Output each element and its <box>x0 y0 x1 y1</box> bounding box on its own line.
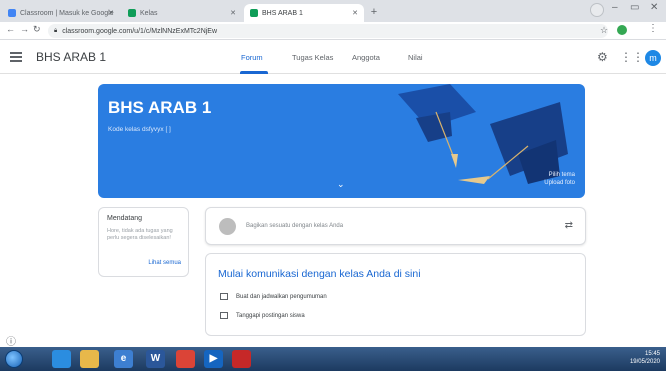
class-banner: BHS ARAB 1 Kode kelas dsfyvyx [ ] ⌄ Pili… <box>98 84 585 198</box>
browser-tab-title: Kelas <box>140 9 158 17</box>
share-with-class-box[interactable]: Bagikan sesuatu dengan kelas Anda ⇄ <box>205 207 586 245</box>
bookmark-star-icon[interactable]: ☆ <box>600 25 608 36</box>
clock-time[interactable]: 15:45 <box>645 351 660 357</box>
browser-tab-active[interactable]: BHS ARAB 1 ✕ <box>244 4 364 22</box>
list-item-label: Buat dan jadwalkan pengumuman <box>236 293 327 300</box>
reply-icon <box>220 312 228 319</box>
close-icon[interactable]: ✕ <box>352 9 358 17</box>
view-all-link[interactable]: Lihat semua <box>148 260 181 266</box>
maximize-icon[interactable]: ▭ <box>630 2 639 13</box>
banner-theme-links: Pilih tema Upload foto <box>544 171 575 187</box>
share-placeholder[interactable]: Bagikan sesuatu dengan kelas Anda <box>246 223 343 229</box>
forward-arrow-icon[interactable]: → <box>20 24 29 34</box>
avatar <box>219 218 236 235</box>
tab-people[interactable]: Anggota <box>352 53 380 62</box>
classroom-header: BHS ARAB 1 Forum Tugas Kelas Anggota Nil… <box>0 41 666 74</box>
chevron-down-icon[interactable]: ⌄ <box>337 179 345 190</box>
close-icon[interactable]: ✕ <box>230 9 236 17</box>
minimize-icon[interactable]: – <box>612 2 618 13</box>
class-code[interactable]: Kode kelas dsfyvyx [ ] <box>108 126 171 133</box>
word-icon[interactable]: W <box>146 350 165 368</box>
avatar[interactable]: m <box>645 50 661 66</box>
tab-forum[interactable]: Forum <box>241 53 263 62</box>
folder-icon[interactable] <box>80 350 99 368</box>
media-player-icon[interactable]: ▶ <box>204 350 223 368</box>
help-icon[interactable]: ⓘ <box>6 333 16 348</box>
upload-photo-link[interactable]: Upload foto <box>544 179 575 187</box>
extension-icon[interactable] <box>617 25 627 35</box>
chrome-icon[interactable] <box>176 350 195 368</box>
list-item: Tanggapi postingan siswa <box>220 312 305 319</box>
start-button-icon[interactable] <box>5 350 23 368</box>
new-tab-plus-icon[interactable]: + <box>367 6 381 19</box>
back-arrow-icon[interactable]: ← <box>6 24 15 34</box>
reload-icon[interactable]: ↻ <box>33 24 41 35</box>
upcoming-empty-text: Hore, tidak ada tugas yang perlu segera … <box>107 228 173 241</box>
browser-tab-title: BHS ARAB 1 <box>262 9 303 17</box>
gear-icon[interactable]: ⚙ <box>597 50 608 64</box>
menu-icon[interactable] <box>10 52 22 62</box>
tab-grades[interactable]: Nilai <box>408 53 423 62</box>
lock-icon: 🔒︎ <box>54 27 58 34</box>
close-icon[interactable]: ✕ <box>108 9 114 17</box>
banner-class-title: BHS ARAB 1 <box>108 98 212 117</box>
repost-icon[interactable]: ⇄ <box>565 220 573 231</box>
browser-tab[interactable]: Kelas ✕ <box>122 4 242 22</box>
pdf-reader-icon[interactable] <box>232 350 251 368</box>
stream-empty-state: Mulai komunikasi dengan kelas Anda di si… <box>205 253 586 336</box>
system-tray: 15:45 19/05/2020 <box>556 347 666 371</box>
explorer-icon[interactable] <box>52 350 71 368</box>
classroom-favicon-icon <box>8 9 16 17</box>
url-text: classroom.google.com/u/1/c/MzlNNzExMTc2N… <box>62 27 218 35</box>
list-item: Buat dan jadwalkan pengumuman <box>220 293 327 300</box>
more-vert-icon[interactable]: ⋮ <box>648 23 658 34</box>
upcoming-title: Mendatang <box>107 215 143 222</box>
clock-date[interactable]: 19/05/2020 <box>630 359 660 365</box>
classroom-favicon-icon <box>250 9 258 17</box>
select-theme-link[interactable]: Pilih tema <box>544 171 575 179</box>
tab-classwork[interactable]: Tugas Kelas <box>292 53 333 62</box>
announcement-icon <box>220 293 228 300</box>
browser-tab-title: Classroom | Masuk ke Google <box>20 9 114 17</box>
internet-explorer-icon[interactable]: e <box>114 350 133 368</box>
empty-state-title: Mulai komunikasi dengan kelas Anda di si… <box>218 268 421 280</box>
windows-taskbar: e W ▶ 15:45 19/05/2020 <box>0 347 666 371</box>
classroom-favicon-icon <box>128 9 136 17</box>
active-tab-indicator <box>240 71 268 74</box>
browser-tab-strip: Classroom | Masuk ke Google ✕ Kelas ✕ BH… <box>0 0 666 22</box>
upcoming-card: Mendatang Hore, tidak ada tugas yang per… <box>98 207 189 277</box>
close-window-icon[interactable]: ✕ <box>650 2 658 13</box>
page-title[interactable]: BHS ARAB 1 <box>36 50 106 64</box>
address-bar[interactable]: 🔒︎ classroom.google.com/u/1/c/MzlNNzExMT… <box>48 24 608 38</box>
apps-grid-icon[interactable]: ⋮⋮ <box>620 50 644 64</box>
browser-tab[interactable]: Classroom | Masuk ke Google ✕ <box>2 4 120 22</box>
profile-icon[interactable] <box>590 3 604 17</box>
list-item-label: Tanggapi postingan siswa <box>236 312 305 319</box>
browser-toolbar: ← → ↻ 🔒︎ classroom.google.com/u/1/c/MzlN… <box>0 22 666 40</box>
